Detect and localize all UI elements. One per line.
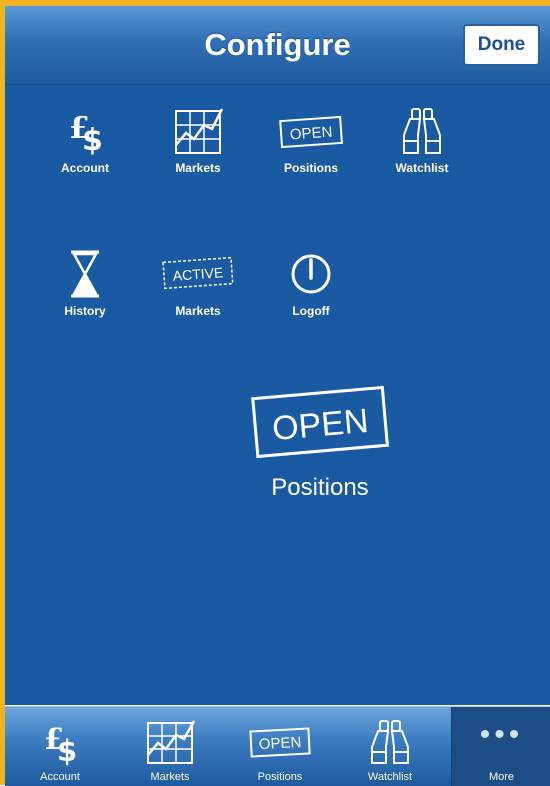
nav-bar: Configure Done: [5, 6, 550, 85]
grid-item-label: Markets: [175, 304, 221, 318]
tab-markets[interactable]: Markets: [115, 707, 225, 786]
configure-grid: £ $ Account Markets OPEN Positions Watch…: [5, 85, 550, 705]
svg-text:ACTIVE: ACTIVE: [172, 264, 224, 283]
tab-label: More: [488, 771, 515, 783]
dragging-item-positions[interactable]: OPEN Positions: [205, 381, 435, 502]
power-icon: [291, 254, 331, 294]
svg-text:OPEN: OPEN: [258, 734, 301, 753]
binoculars-icon: [371, 720, 409, 764]
binoculars-icon: [403, 108, 441, 154]
svg-text:$: $: [57, 734, 77, 767]
grid-item-active-markets[interactable]: ACTIVE Markets: [143, 248, 253, 318]
grid-item-label: Logoff: [292, 304, 330, 318]
grid-item-history[interactable]: History: [30, 248, 140, 318]
account-currency-icon: £ $: [44, 722, 77, 767]
tab-label: Account: [40, 771, 80, 783]
done-button[interactable]: Done: [463, 24, 540, 66]
svg-text:$: $: [82, 123, 103, 157]
svg-text:OPEN: OPEN: [271, 402, 370, 448]
open-positions-icon: OPEN: [249, 727, 311, 758]
open-positions-icon: OPEN: [279, 115, 343, 149]
tab-positions[interactable]: OPEN Positions: [225, 707, 335, 786]
grid-item-account[interactable]: £ $ Account: [30, 105, 140, 175]
tab-label: Positions: [257, 771, 303, 783]
grid-item-label: Account: [61, 161, 109, 175]
grid-item-markets[interactable]: Markets: [143, 105, 253, 175]
svg-text:OPEN: OPEN: [289, 124, 333, 144]
markets-chart-icon: [147, 720, 196, 764]
dragging-item-label: Positions: [271, 474, 369, 501]
grid-item-label: Watchlist: [395, 161, 449, 175]
grid-item-label: History: [64, 304, 106, 318]
tab-label: Watchlist: [367, 771, 413, 783]
active-markets-icon: ACTIVE: [162, 256, 234, 290]
markets-chart-icon: [175, 108, 224, 154]
open-positions-icon: OPEN: [251, 385, 389, 459]
grid-item-logoff[interactable]: Logoff: [256, 248, 366, 318]
grid-item-watchlist[interactable]: Watchlist: [367, 105, 477, 175]
tab-label: Markets: [150, 771, 190, 783]
tab-watchlist[interactable]: Watchlist: [335, 707, 445, 786]
grid-item-label: Markets: [175, 161, 221, 175]
more-dots-icon: •••: [479, 718, 524, 751]
tab-account[interactable]: £ $ Account: [5, 707, 115, 786]
account-currency-icon: £ $: [69, 111, 103, 157]
tab-bar: £ $ Account Markets OPEN Positions Watch…: [5, 706, 550, 786]
tab-more[interactable]: ••• More: [451, 707, 550, 786]
grid-item-label: Positions: [283, 161, 338, 175]
hourglass-icon: [71, 250, 99, 298]
grid-item-positions[interactable]: OPEN Positions: [256, 105, 366, 175]
